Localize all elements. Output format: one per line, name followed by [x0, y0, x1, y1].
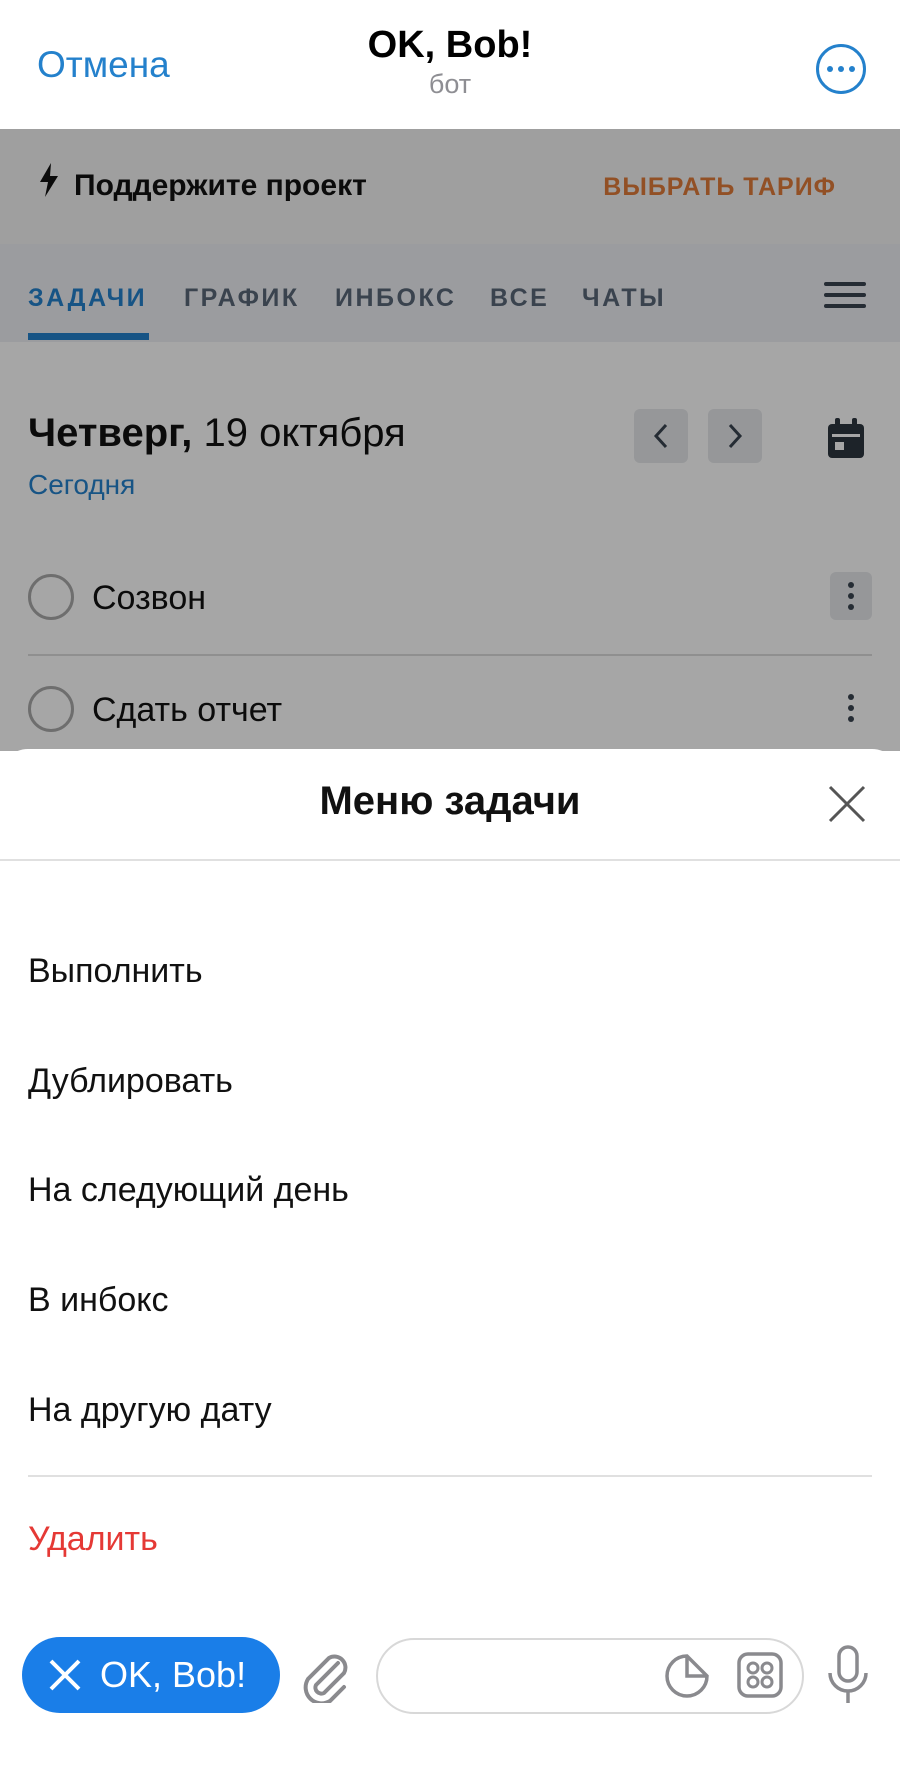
menu-item-delete[interactable]: Удалить	[28, 1520, 158, 1559]
task-menu-sheet: Меню задачи Выполнить Дублировать На сле…	[0, 749, 900, 1771]
emoji-keyboard-icon[interactable]	[737, 1652, 783, 1698]
sheet-divider	[0, 859, 900, 861]
close-icon	[49, 1659, 81, 1691]
chat-title: OK, Bob!	[367, 24, 533, 66]
menu-item-complete[interactable]: Выполнить	[28, 952, 203, 991]
chat-subtitle: бот	[428, 69, 472, 99]
modal-overlay[interactable]	[0, 129, 900, 751]
sheet-title: Меню задачи	[319, 779, 581, 823]
close-icon[interactable]	[828, 785, 866, 823]
paperclip-icon[interactable]	[300, 1645, 350, 1703]
bot-menu-button[interactable]: OK, Bob!	[22, 1637, 280, 1713]
menu-item-other-date[interactable]: На другую дату	[28, 1391, 272, 1430]
chat-header: Отмена OK, Bob! бот	[0, 0, 900, 129]
menu-divider	[28, 1475, 872, 1477]
menu-item-duplicate[interactable]: Дублировать	[28, 1062, 233, 1101]
more-options-icon[interactable]	[816, 44, 866, 94]
menu-item-to-inbox[interactable]: В инбокс	[28, 1281, 169, 1320]
chat-title-block: OK, Bob! бот	[0, 24, 900, 100]
sticker-icon[interactable]	[664, 1653, 710, 1699]
microphone-icon[interactable]	[826, 1645, 870, 1705]
menu-item-next-day[interactable]: На следующий день	[28, 1171, 349, 1210]
bot-menu-label: OK, Bob!	[100, 1654, 247, 1695]
